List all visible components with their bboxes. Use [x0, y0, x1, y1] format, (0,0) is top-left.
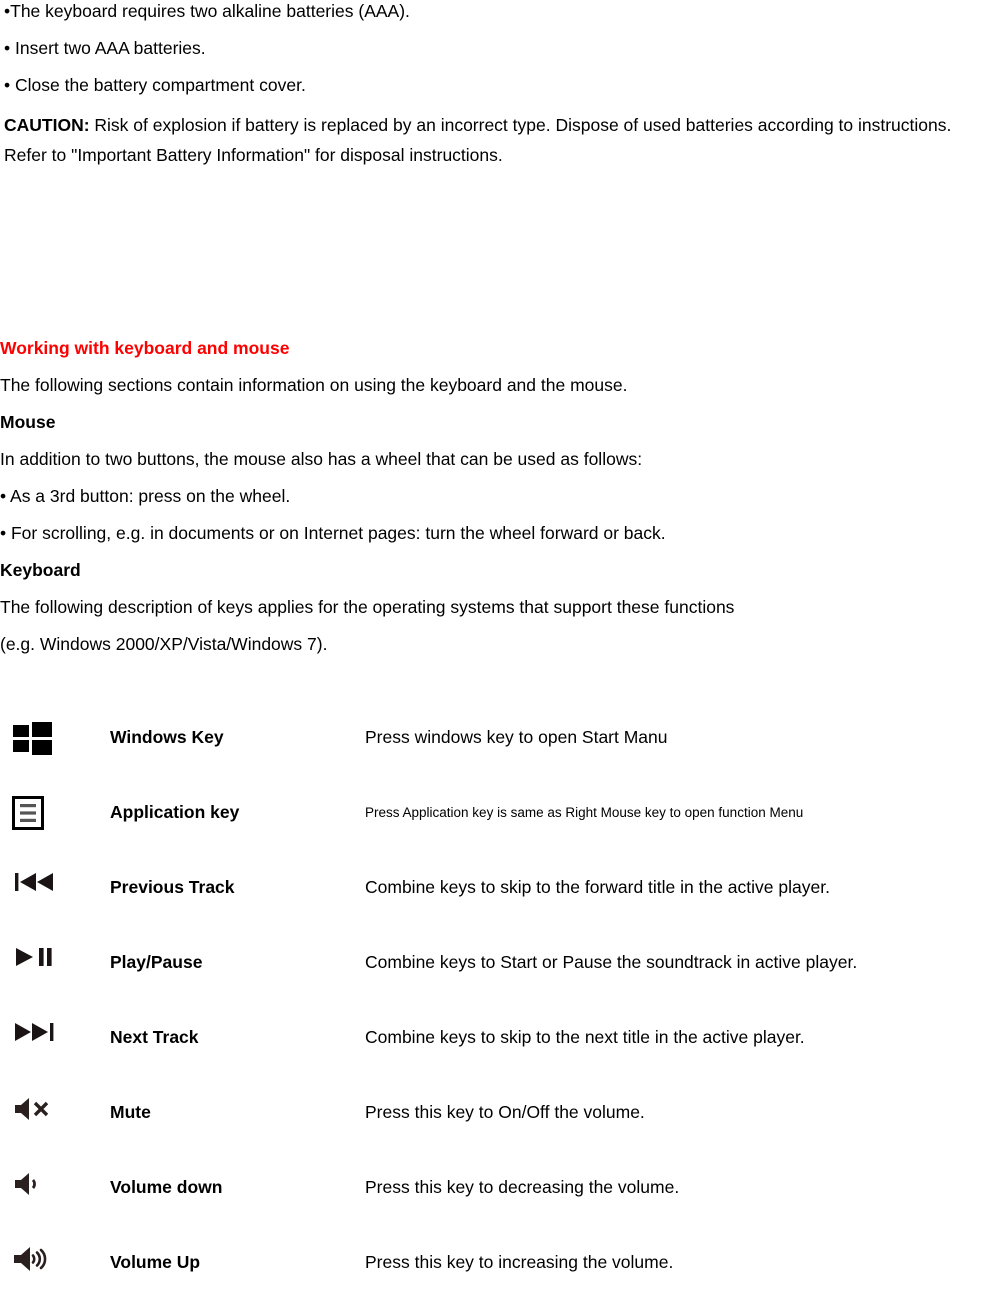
- key-label: Play/Pause: [110, 952, 203, 972]
- battery-bullet-3: • Close the battery compartment cover.: [4, 75, 306, 95]
- key-label: Next Track: [110, 1027, 199, 1047]
- key-label: Mute: [110, 1102, 151, 1122]
- mouse-intro: In addition to two buttons, the mouse al…: [0, 449, 643, 469]
- caution-paragraph: CAUTION: Risk of explosion if battery is…: [4, 111, 996, 140]
- key-description: Press this key to increasing the volume.: [365, 1252, 674, 1272]
- key-description: Press this key to On/Off the volume.: [365, 1102, 645, 1122]
- working-with-keyboard-and-mouse-section: Working with keyboard and mouse The foll…: [0, 337, 1002, 656]
- keyboard-intro-line-1: The following description of keys applie…: [0, 597, 735, 617]
- windows-logo-icon: [12, 721, 58, 755]
- key-description: Press this key to decreasing the volume.: [365, 1177, 680, 1197]
- mouse-subheading: Mouse: [0, 412, 56, 432]
- caution-text: Risk of explosion if battery is replaced…: [89, 115, 952, 135]
- mouse-bullet-2: • For scrolling, e.g. in documents or on…: [0, 523, 666, 543]
- table-row: Next Track Combine keys to skip to the n…: [0, 1000, 1002, 1075]
- application-key-icon: [12, 795, 58, 830]
- table-row: Volume down Press this key to decreasing…: [0, 1150, 1002, 1225]
- volume-up-icon: [12, 1246, 58, 1280]
- key-icon-cell: [0, 1000, 110, 1075]
- caution-label: CAUTION:: [4, 115, 90, 135]
- key-icon-cell: [0, 775, 110, 850]
- key-description: Combine keys to skip to the next title i…: [365, 1027, 805, 1047]
- volume-down-icon: [12, 1171, 58, 1205]
- key-label: Volume Up: [110, 1252, 201, 1272]
- key-label: Application key: [110, 802, 240, 822]
- next-track-icon: [12, 1021, 58, 1055]
- section-intro: The following sections contain informati…: [0, 375, 628, 395]
- mouse-bullet-1: • As a 3rd button: press on the wheel.: [0, 486, 291, 506]
- key-icon-cell: [0, 1075, 110, 1150]
- table-row: Previous Track Combine keys to skip to t…: [0, 850, 1002, 925]
- key-label: Previous Track: [110, 877, 235, 897]
- key-description: Combine keys to Start or Pause the sound…: [365, 952, 858, 972]
- key-description: Combine keys to skip to the forward titl…: [365, 877, 830, 897]
- table-row: Windows Key Press windows key to open St…: [0, 700, 1002, 775]
- table-row: Mute Press this key to On/Off the volume…: [0, 1075, 1002, 1150]
- battery-bullet-2: • Insert two AAA batteries.: [4, 38, 206, 58]
- key-icon-cell: [0, 700, 110, 775]
- previous-track-icon: [12, 871, 58, 905]
- keyboard-function-key-table: Windows Key Press windows key to open St…: [0, 700, 1002, 1300]
- key-icon-cell: [0, 1150, 110, 1225]
- table-row: Volume Up Press this key to increasing t…: [0, 1225, 1002, 1300]
- document-page: •The keyboard requires two alkaline batt…: [0, 0, 1002, 1314]
- key-description: Press Application key is same as Right M…: [365, 805, 804, 820]
- key-table-body: Windows Key Press windows key to open St…: [0, 700, 1002, 1300]
- key-icon-cell: [0, 850, 110, 925]
- keyboard-subheading: Keyboard: [0, 560, 81, 580]
- key-label: Volume down: [110, 1177, 223, 1197]
- battery-instructions-block: •The keyboard requires two alkaline batt…: [0, 0, 1002, 167]
- key-label: Windows Key: [110, 727, 224, 747]
- keyboard-intro-line-2: (e.g. Windows 2000/XP/Vista/Windows 7).: [0, 634, 328, 654]
- key-description: Press windows key to open Start Manu: [365, 727, 668, 747]
- table-row: Play/Pause Combine keys to Start or Paus…: [0, 925, 1002, 1000]
- mute-icon: [12, 1096, 58, 1130]
- play-pause-icon: [12, 946, 58, 980]
- key-icon-cell: [0, 1225, 110, 1300]
- key-icon-cell: [0, 925, 110, 1000]
- refer-battery-info-line: Refer to "Important Battery Information"…: [4, 145, 503, 165]
- vertical-spacer: [0, 167, 1002, 337]
- section-heading: Working with keyboard and mouse: [0, 338, 290, 358]
- table-row: Application key Press Application key is…: [0, 775, 1002, 850]
- battery-bullet-1: •The keyboard requires two alkaline batt…: [4, 1, 410, 21]
